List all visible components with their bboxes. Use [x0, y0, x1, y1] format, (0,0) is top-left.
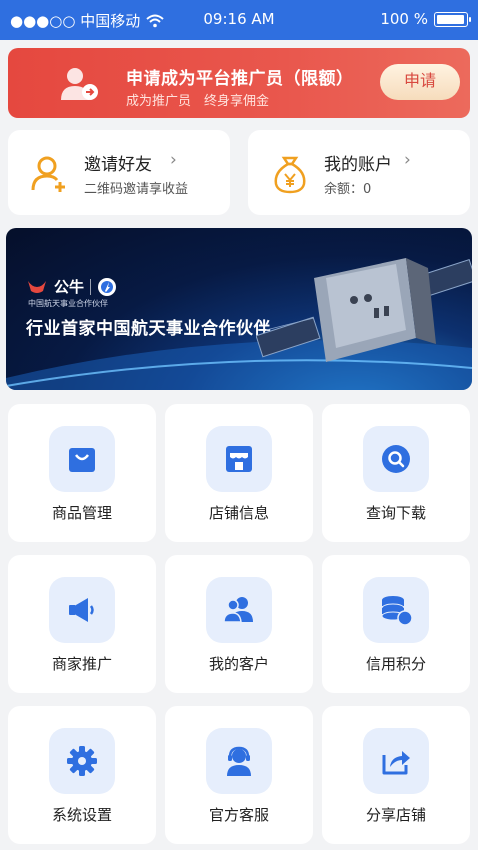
- megaphone-icon: [69, 598, 94, 622]
- promoter-user-icon: [61, 68, 98, 100]
- status-bar: ●●●○○ 中国移动 09:16 AM 100 %: [0, 0, 478, 40]
- banner-headline: 行业首家中国航天事业合作伙伴: [26, 319, 271, 339]
- tile-credit-points[interactable]: 信用积分: [322, 555, 470, 693]
- tile-icon-box: [49, 728, 115, 794]
- support-agent-icon: [227, 746, 251, 776]
- tile-official-support[interactable]: 官方客服: [165, 706, 313, 844]
- tile-product-management[interactable]: 商品管理: [8, 404, 156, 542]
- tile-label: 商家推广: [51, 655, 112, 673]
- tile-label: 店铺信息: [208, 504, 269, 522]
- tile-label: 信用积分: [365, 655, 426, 673]
- tile-icon-box: [363, 728, 429, 794]
- account-title: 我的账户: [324, 155, 392, 175]
- tile-share-store[interactable]: 分享店铺: [322, 706, 470, 844]
- battery-fill: [437, 14, 464, 24]
- invite-friends-card[interactable]: 邀请好友 › 二维码邀请享收益: [8, 130, 230, 215]
- brand-logo: 公牛: [26, 276, 117, 297]
- ad-banner[interactable]: 公牛 中国航天事业合作伙伴 行业首家中国航天事业合作伙伴: [6, 228, 472, 390]
- invite-subtitle: 二维码邀请享收益: [84, 182, 189, 197]
- tile-merchant-promotion[interactable]: 商家推广: [8, 555, 156, 693]
- coins-icon: [381, 596, 413, 626]
- promo-subtitle: 成为推广员 终身享佣金: [126, 94, 270, 109]
- promo-title: 申请成为平台推广员（限额）: [126, 69, 354, 89]
- tile-icon-box: [206, 426, 272, 492]
- tile-label: 官方客服: [208, 806, 269, 824]
- gear-icon: [67, 746, 97, 776]
- shopping-bag-icon: [69, 448, 95, 472]
- account-balance: 余额：0: [324, 182, 372, 197]
- tile-icon-box: [49, 577, 115, 643]
- invite-title: 邀请好友: [84, 155, 152, 175]
- battery-group: 100 %: [380, 10, 471, 28]
- tile-label: 分享店铺: [365, 806, 426, 824]
- tile-query-download[interactable]: 查询下载: [322, 404, 470, 542]
- brand-subtitle: 中国航天事业合作伙伴: [28, 299, 108, 308]
- storefront-icon: [226, 446, 252, 472]
- tile-label: 系统设置: [51, 806, 112, 824]
- tile-icon-box: [363, 577, 429, 643]
- tile-label: 我的客户: [208, 655, 269, 673]
- aerospace-emblem-icon: [98, 277, 117, 296]
- divider: [90, 278, 92, 295]
- tile-label: 查询下载: [365, 504, 426, 522]
- battery-icon: [434, 11, 471, 27]
- chevron-right-icon: ›: [404, 150, 411, 170]
- promoter-banner[interactable]: 申请成为平台推广员（限额） 成为推广员 终身享佣金 申请: [8, 48, 470, 118]
- battery-percent: 100 %: [380, 10, 428, 28]
- my-account-card[interactable]: 我的账户 › 余额：0: [248, 130, 470, 215]
- money-bag-icon: [274, 156, 306, 194]
- tile-icon-box: [363, 426, 429, 492]
- tile-label: 商品管理: [51, 504, 112, 522]
- tile-icon-box: [49, 426, 115, 492]
- apply-button[interactable]: 申请: [380, 64, 460, 100]
- tile-icon-box: [206, 577, 272, 643]
- customers-icon: [223, 597, 253, 623]
- tile-icon-box: [206, 728, 272, 794]
- tile-store-info[interactable]: 店铺信息: [165, 404, 313, 542]
- tile-system-settings[interactable]: 系统设置: [8, 706, 156, 844]
- share-icon: [382, 751, 410, 775]
- socket-satellite-image: [256, 258, 472, 362]
- add-user-icon: [31, 156, 65, 192]
- bull-logo-icon: [28, 280, 46, 293]
- brand-name: 公牛: [54, 278, 85, 296]
- tile-my-customers[interactable]: 我的客户: [165, 555, 313, 693]
- search-icon: [382, 445, 410, 473]
- chevron-right-icon: ›: [170, 150, 177, 170]
